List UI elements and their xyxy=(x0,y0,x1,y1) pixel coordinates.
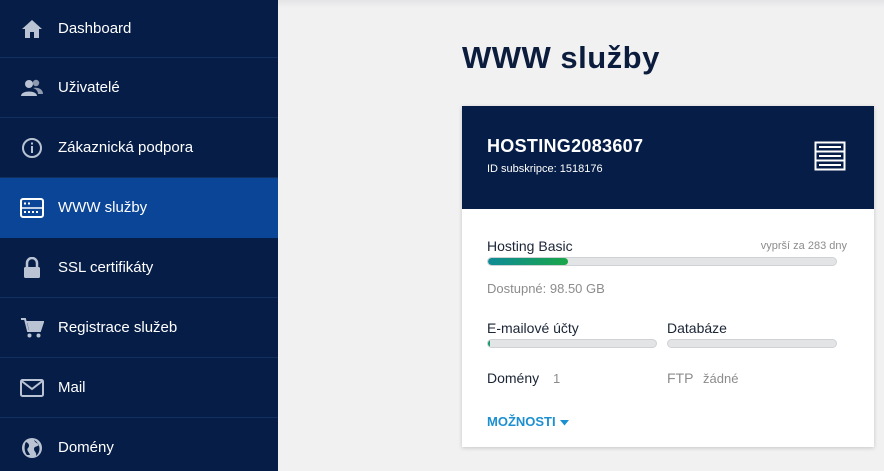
sidebar-item-label: Registrace služeb xyxy=(58,319,178,336)
sidebar-item-label: Zákaznická podpora xyxy=(58,139,194,156)
databases-label: Databáze xyxy=(667,320,727,336)
mail-icon xyxy=(20,376,44,400)
home-icon xyxy=(20,17,44,41)
storage-progress-fill xyxy=(488,258,569,265)
sidebar-item-support[interactable]: Zákaznická podpora xyxy=(0,118,278,178)
database-progress-bar xyxy=(667,339,837,348)
email-progress-bar xyxy=(487,339,657,348)
page-title: WWW služby xyxy=(462,40,660,75)
lock-icon xyxy=(20,256,44,280)
hosting-name: HOSTING2083607 xyxy=(487,136,644,156)
email-accounts-label: E-mailové účty xyxy=(487,320,579,336)
domains-label: Domény xyxy=(487,370,540,386)
info-icon xyxy=(20,136,44,160)
storage-progress-bar xyxy=(487,257,837,266)
sidebar-item-label: Uživatelé xyxy=(58,79,120,96)
caret-down-icon xyxy=(559,414,569,429)
email-progress-fill xyxy=(488,340,490,347)
sidebar-item-label: WWW služby xyxy=(58,199,148,216)
ftp-value: žádné xyxy=(703,371,739,386)
card-body: Hosting Basic vyprší za 283 dny Dostupné… xyxy=(462,209,874,447)
domains-count: 1 xyxy=(553,371,561,386)
expiry-text: vyprší za 283 dny xyxy=(760,240,847,252)
card-header: HOSTING2083607 ID subskripce: 1518176 xyxy=(462,106,874,209)
options-dropdown-button[interactable]: MOŽNOSTI xyxy=(487,414,569,429)
hosting-card: HOSTING2083607 ID subskripce: 1518176 Ho… xyxy=(462,106,874,447)
cart-icon xyxy=(20,316,44,340)
plan-name: Hosting Basic xyxy=(487,238,573,254)
users-icon xyxy=(20,76,44,100)
sidebar-item-label: Domény xyxy=(58,439,114,456)
top-shadow xyxy=(278,0,884,8)
options-label: MOŽNOSTI xyxy=(487,414,556,429)
subscription-id: ID subskripce: 1518176 xyxy=(487,163,603,175)
sidebar-item-www[interactable]: WWW služby xyxy=(0,178,278,238)
globe-icon xyxy=(20,436,44,460)
sidebar-item-domains[interactable]: Domény xyxy=(0,418,278,471)
available-storage: Dostupné: 98.50 GB xyxy=(487,281,605,296)
sidebar-item-mail[interactable]: Mail xyxy=(0,358,278,418)
sidebar-item-registration[interactable]: Registrace služeb xyxy=(0,298,278,358)
server-icon xyxy=(814,141,846,176)
server-icon xyxy=(20,196,44,220)
sidebar-item-users[interactable]: Uživatelé xyxy=(0,58,278,118)
sidebar-item-ssl[interactable]: SSL certifikáty xyxy=(0,238,278,298)
sidebar: Dashboard Uživatelé Zákaznická podpora W… xyxy=(0,0,278,471)
sidebar-item-label: SSL certifikáty xyxy=(58,259,154,276)
sidebar-item-label: Dashboard xyxy=(58,20,132,37)
sidebar-item-dashboard[interactable]: Dashboard xyxy=(0,0,278,58)
ftp-label: FTP xyxy=(667,370,694,386)
sidebar-item-label: Mail xyxy=(58,379,86,396)
